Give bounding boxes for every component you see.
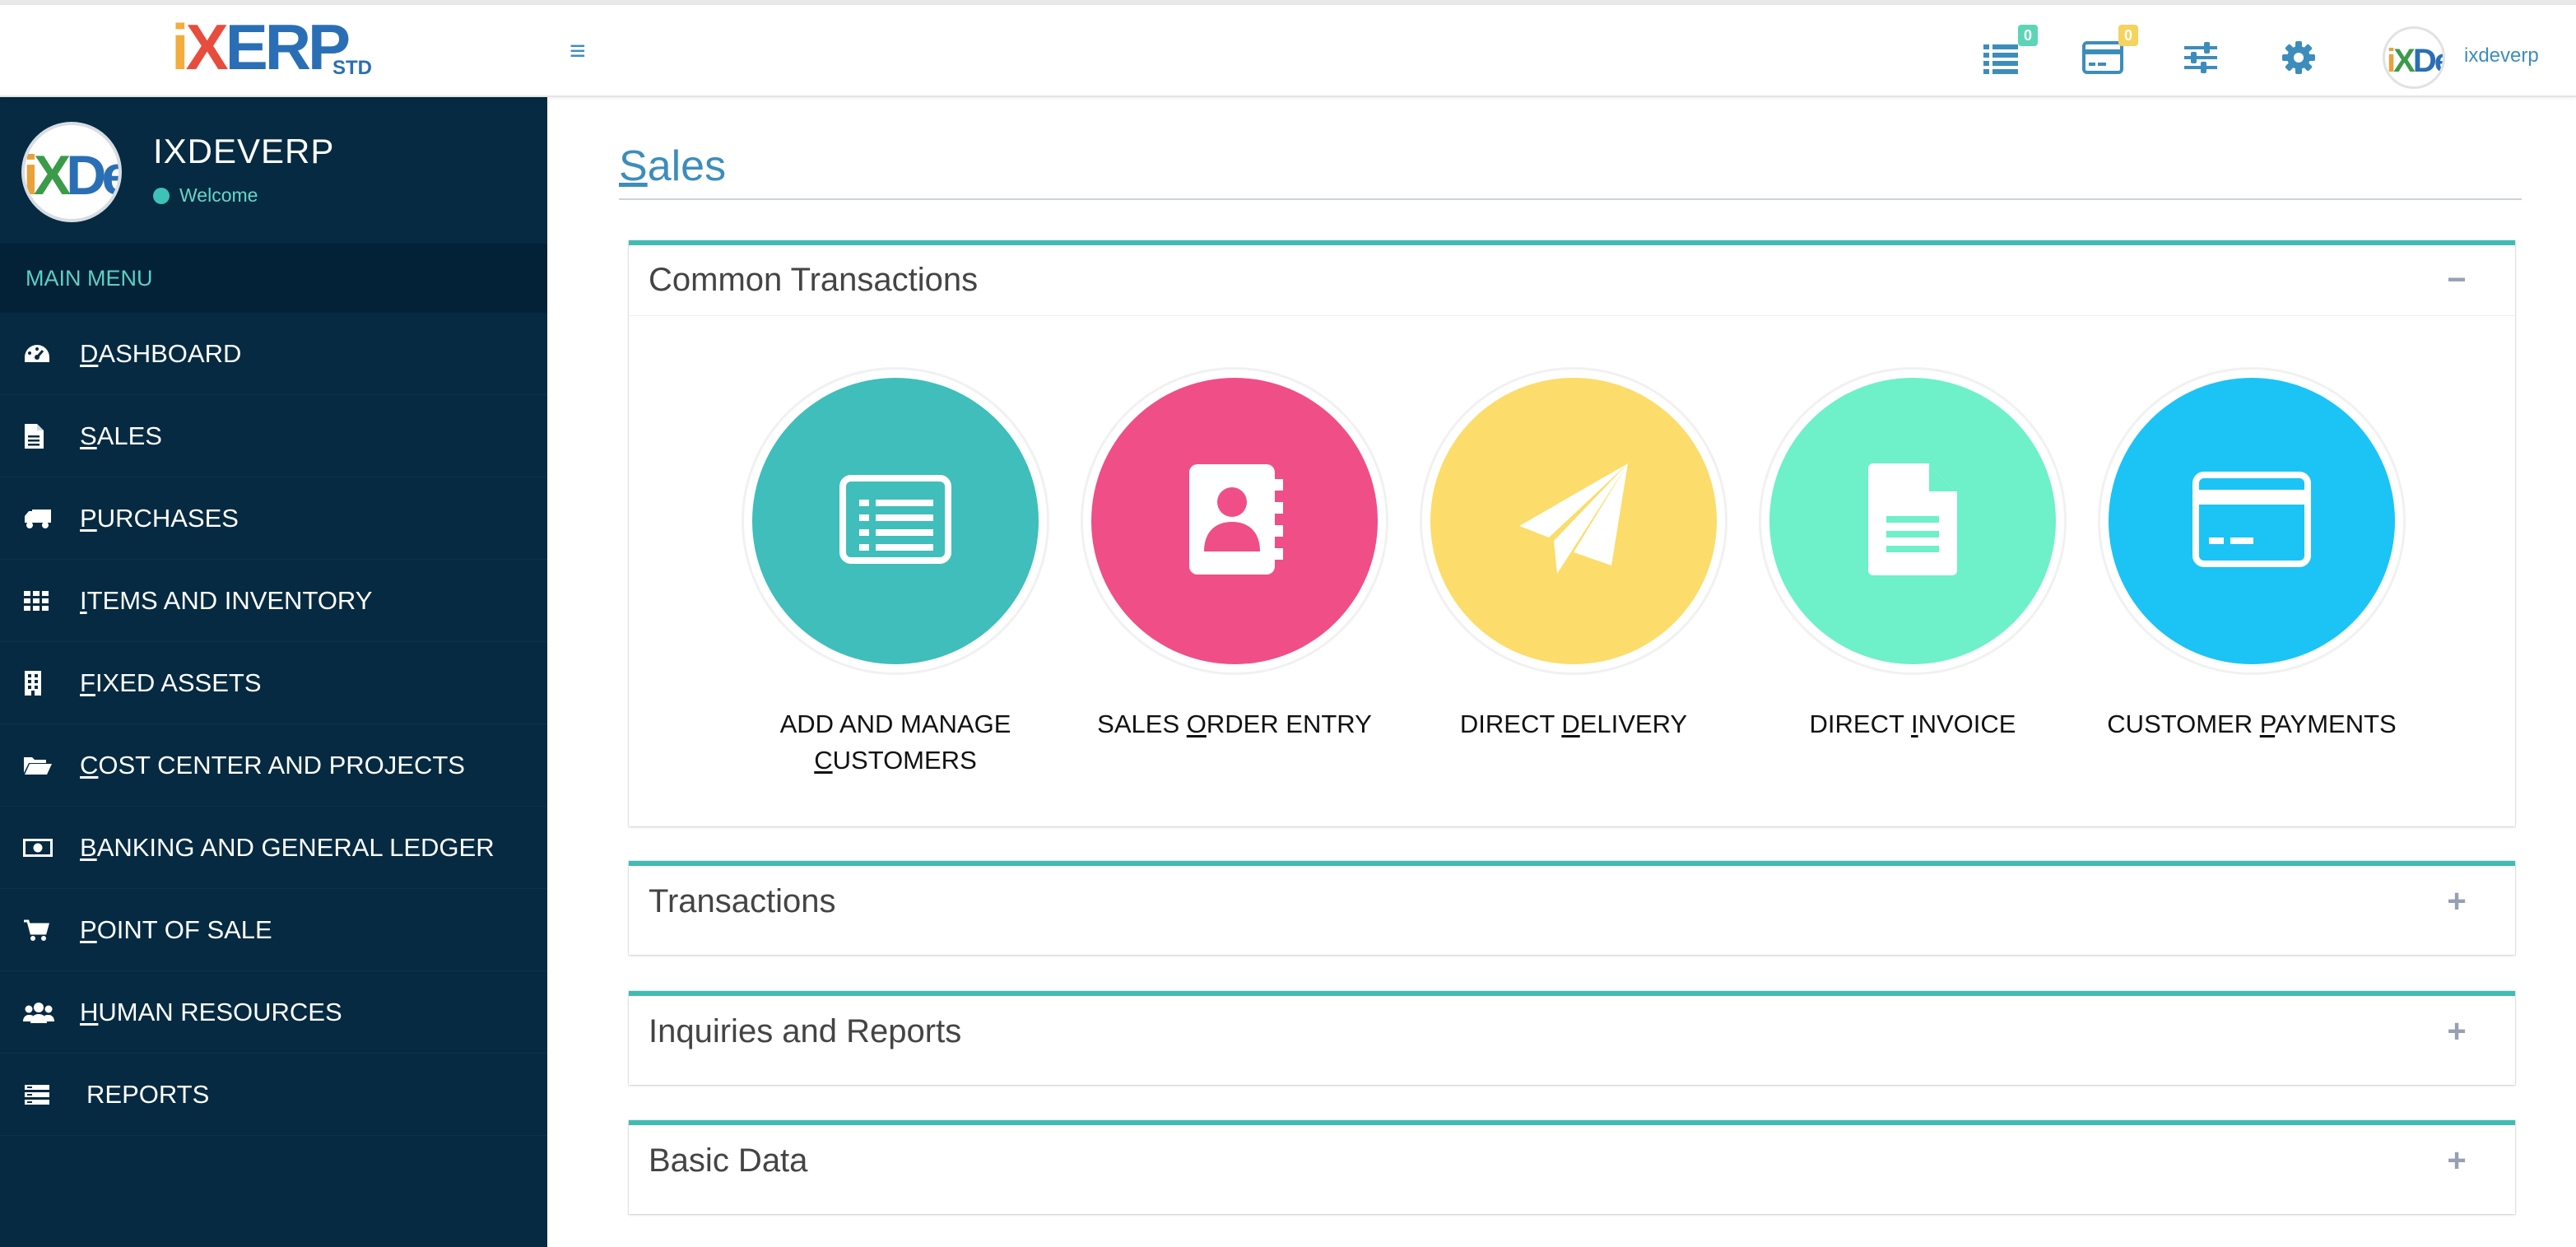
panel-title: Transactions (649, 882, 836, 919)
reports-icon (23, 1084, 59, 1105)
svg-text:STD: STD (332, 57, 372, 79)
paper-plane-icon (1516, 462, 1631, 581)
address-book-icon (1183, 463, 1286, 580)
sidebar-item-label: POINT OF SALE (80, 914, 272, 944)
payments-count-badge: 0 (2118, 25, 2138, 46)
money-icon (23, 838, 59, 858)
sidebar-item-label: COST CENTER AND PROJECTS (80, 750, 465, 779)
expand-plus-icon[interactable]: + (2444, 1142, 2469, 1180)
tile-direct-invoice[interactable]: DIRECT INVOICE (1756, 367, 2069, 742)
sidebar-item-fixed-assets[interactable]: FIXED ASSETS (0, 642, 547, 724)
sidebar-item-label: PURCHASES (80, 503, 239, 533)
tile-direct-delivery[interactable]: DIRECT DELIVERY (1417, 367, 1730, 742)
sidebar-item-cost-center-and-projects[interactable]: COST CENTER AND PROJECTS (0, 724, 547, 807)
cart-icon (23, 919, 59, 942)
page-title: Sales (619, 142, 727, 190)
sliders-icon[interactable] (2183, 35, 2235, 84)
tile-label: ADD AND MANAGE CUSTOMERS (779, 710, 1011, 775)
list-alt-icon (839, 474, 951, 568)
tile-add-and-manage-customers[interactable]: ADD AND MANAGE CUSTOMERS (739, 367, 1052, 779)
tile-customer-payments[interactable]: CUSTOMER PAYMENTS (2095, 367, 2408, 742)
sidebar: iXDev IXDEVERP Welcome MAIN MENU DASHBOA… (0, 97, 547, 1247)
panel-header[interactable]: Inquiries and Reports + (629, 996, 2515, 1067)
sidebar-item-point-of-sale[interactable]: POINT OF SALE (0, 889, 547, 971)
top-navbar: iXERP STD ≡ 0 0 iXD ixdeverp (0, 0, 2576, 97)
profile-name: IXDEVERP (153, 132, 335, 170)
users-icon (23, 1001, 59, 1024)
panel-title: Common Transactions (649, 262, 979, 298)
sidebar-item-label: SALES (80, 421, 162, 450)
panel-header[interactable]: Transactions + (629, 866, 2515, 937)
list-icon[interactable]: 0 (1982, 25, 2038, 84)
tile-ring (2098, 367, 2406, 675)
sidebar-item-banking-and-general-ledger[interactable]: BANKING AND GENERAL LEDGER (0, 807, 547, 889)
folder-open-icon (23, 755, 59, 776)
svg-text:iXDev: iXDev (25, 144, 119, 207)
grid-icon (23, 590, 59, 612)
list-count-badge: 0 (2018, 25, 2038, 46)
sidebar-item-purchases[interactable]: PURCHASES (0, 477, 547, 560)
sidebar-toggle-bars-icon[interactable]: ≡ (570, 35, 586, 67)
sidebar-item-human-resources[interactable]: HUMAN RESOURCES (0, 971, 547, 1054)
sidebar-item-label: DASHBOARD (80, 338, 242, 368)
tachometer-icon (23, 343, 59, 365)
sidebar-item-reports[interactable]: REPORTS (0, 1054, 547, 1136)
title-divider (619, 198, 2522, 200)
main-menu-header: MAIN MENU (0, 244, 547, 313)
sidebar-item-items-and-inventory[interactable]: ITEMS AND INVENTORY (0, 560, 547, 642)
profile-status-label: Welcome (179, 184, 258, 206)
file-icon (23, 423, 59, 449)
tile-circle (1091, 378, 1378, 664)
sidebar-item-label: HUMAN RESOURCES (80, 997, 342, 1026)
tile-circle (2109, 378, 2395, 664)
svg-text:iXERP: iXERP (171, 12, 349, 79)
tile-label: DIRECT DELIVERY (1459, 710, 1688, 738)
ixerp-logo[interactable]: iXERP STD (171, 11, 377, 83)
building-icon (23, 670, 59, 696)
panel-title: Inquiries and Reports (649, 1012, 962, 1049)
tile-circle (1769, 378, 2056, 664)
panel-inquiries-and-reports: Inquiries and Reports + (629, 991, 2515, 1085)
tile-circle (1430, 378, 1717, 664)
credit-card-icon[interactable]: 0 (2082, 25, 2138, 84)
user-avatar[interactable]: iXDev (2383, 26, 2445, 89)
truck-icon (23, 508, 59, 529)
sidebar-item-dashboard[interactable]: DASHBOARD (0, 313, 547, 395)
gear-icon[interactable] (2281, 35, 2334, 84)
tile-label: DIRECT INVOICE (1809, 710, 2016, 738)
sidebar-item-label: ITEMS AND INVENTORY (80, 585, 373, 615)
credit-card-icon (2192, 471, 2311, 571)
tile-label: SALES ORDER ENTRY (1097, 710, 1372, 738)
panel-transactions: Transactions + (629, 861, 2515, 955)
tile-label: CUSTOMER PAYMENTS (2107, 710, 2397, 738)
svg-text:iXDev: iXDev (2387, 43, 2443, 79)
tile-ring (1420, 367, 1727, 675)
panel-basic-data: Basic Data + (629, 1120, 2515, 1214)
profile-status: Welcome (153, 184, 258, 207)
expand-plus-icon[interactable]: + (2444, 883, 2469, 920)
tile-ring (1081, 367, 1388, 675)
user-name-link[interactable]: ixdeverp (2464, 44, 2539, 67)
tile-ring (742, 367, 1049, 675)
tile-ring (1759, 367, 2067, 675)
panel-header[interactable]: Common Transactions − (629, 245, 2515, 316)
online-status-dot (153, 187, 170, 204)
profile-avatar: iXDev (21, 122, 122, 222)
tile-circle (752, 378, 1039, 664)
tile-sales-order-entry[interactable]: SALES ORDER ENTRY (1078, 367, 1391, 742)
sidebar-item-label: BANKING AND GENERAL LEDGER (80, 832, 495, 862)
sidebar-item-sales[interactable]: SALES (0, 395, 547, 477)
panel-title: Basic Data (649, 1142, 808, 1179)
sidebar-item-label: FIXED ASSETS (80, 668, 262, 697)
collapse-minus-icon[interactable]: − (2444, 262, 2469, 299)
sidebar-item-label: REPORTS (86, 1079, 210, 1109)
panel-header[interactable]: Basic Data + (629, 1125, 2515, 1196)
file-text-icon (1865, 463, 1960, 579)
expand-plus-icon[interactable]: + (2444, 1013, 2469, 1050)
